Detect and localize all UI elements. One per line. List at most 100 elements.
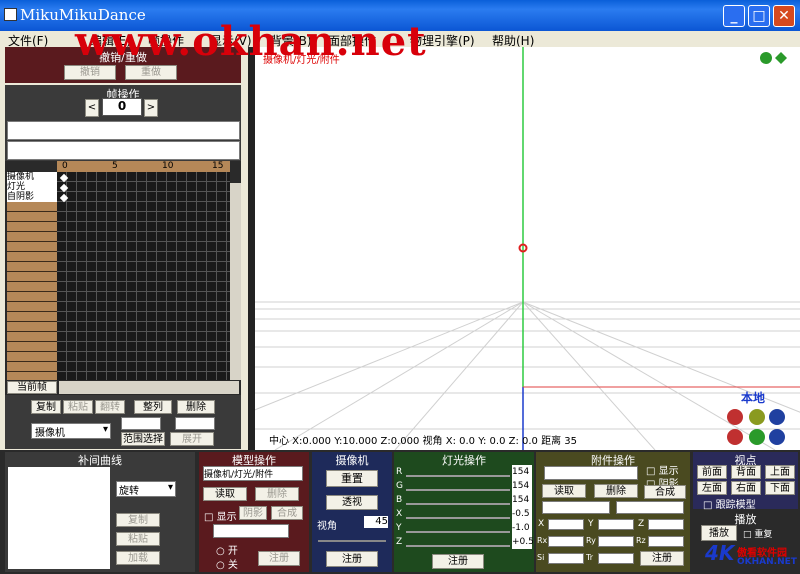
view-right-button[interactable]: 右面 bbox=[731, 481, 761, 495]
model-on-radio[interactable]: ○ 开 bbox=[216, 542, 238, 557]
play-button[interactable]: 播放 bbox=[701, 525, 737, 541]
interp-copy-button[interactable]: 复制 bbox=[116, 513, 160, 527]
accessory-compose-button[interactable]: 合成 bbox=[644, 485, 686, 499]
model-off-radio[interactable]: ○ 关 bbox=[216, 556, 238, 571]
close-button[interactable]: ✕ bbox=[773, 5, 795, 27]
track-shadow[interactable]: 自阴影 bbox=[7, 192, 57, 202]
acc-ry-field[interactable] bbox=[598, 536, 634, 547]
view-front-button[interactable]: 前面 bbox=[697, 465, 727, 479]
timeline-vscroll[interactable] bbox=[230, 183, 241, 380]
move-z-icon[interactable] bbox=[769, 429, 785, 445]
bone-select[interactable] bbox=[213, 524, 289, 538]
follow-model-checkbox[interactable]: □ 跟踪模型 bbox=[703, 496, 756, 511]
light-r-label: R bbox=[396, 467, 403, 477]
fov-field[interactable]: 45 bbox=[364, 516, 388, 528]
light-channel-labels: RGBXYZ bbox=[396, 465, 403, 549]
timeline-grid[interactable] bbox=[57, 172, 230, 380]
view-back-button[interactable]: 背面 bbox=[731, 465, 761, 479]
range-select-button[interactable]: 范围选择 bbox=[121, 432, 165, 446]
keyframe[interactable] bbox=[59, 173, 69, 183]
track-camera[interactable]: 摄像机 bbox=[7, 172, 57, 182]
light-x-field[interactable]: -0.5 bbox=[512, 507, 532, 521]
move-x-icon[interactable] bbox=[727, 429, 743, 445]
accessory-select[interactable] bbox=[544, 466, 638, 480]
camera-reset-button[interactable]: 重置 bbox=[326, 470, 378, 487]
range-start-field[interactable] bbox=[121, 417, 161, 430]
zoom-icon[interactable] bbox=[760, 52, 772, 64]
frame-number-field[interactable]: 0 bbox=[102, 98, 142, 116]
model-delete-button[interactable]: 删除 bbox=[255, 487, 299, 501]
acc-rz-field[interactable] bbox=[648, 536, 684, 547]
model-compose-button[interactable]: 合成 bbox=[271, 506, 303, 520]
light-y-field[interactable]: -1.0 bbox=[512, 521, 532, 535]
light-r-field[interactable]: 154 bbox=[512, 465, 532, 479]
acc-rx-label: Rx bbox=[537, 536, 548, 545]
delete-button[interactable]: 删除 bbox=[177, 400, 215, 414]
accessory-bone-select[interactable] bbox=[542, 501, 610, 514]
expand-button[interactable]: 展开 bbox=[170, 432, 214, 446]
3d-viewport[interactable]: 摄像机/灯光/附件 本地 中心 X:0.000 Y:10.000 Z:0.000… bbox=[255, 47, 800, 450]
frame-text-field-2[interactable] bbox=[7, 141, 240, 160]
light-g-field[interactable]: 154 bbox=[512, 479, 532, 493]
acc-z-field[interactable] bbox=[648, 519, 684, 530]
model-shadow-button[interactable]: 阴影 bbox=[239, 506, 267, 520]
interp-panel-title: 补间曲线 bbox=[78, 454, 122, 467]
paste-button[interactable]: 粘贴 bbox=[63, 400, 93, 414]
model-select[interactable]: 摄像机/灯光/附件 bbox=[203, 466, 303, 481]
timeline-panel: 0 5 10 15 摄像机 灯光 自阴影 当前帧 bbox=[5, 161, 241, 395]
interp-paste-button[interactable]: 粘贴 bbox=[116, 532, 160, 546]
acc-x-field[interactable] bbox=[548, 519, 584, 530]
fov-slider[interactable] bbox=[318, 532, 386, 542]
acc-y-field[interactable] bbox=[598, 519, 634, 530]
current-frame-button[interactable]: 当前帧 bbox=[7, 381, 57, 394]
view-top-button[interactable]: 上面 bbox=[765, 465, 795, 479]
timeline-hscroll[interactable] bbox=[59, 381, 239, 394]
local-mode-label[interactable]: 本地 bbox=[741, 389, 765, 406]
rotate-y-icon[interactable] bbox=[749, 409, 765, 425]
reverse-button[interactable]: 翻转 bbox=[95, 400, 125, 414]
acc-tr-field[interactable] bbox=[598, 553, 634, 564]
frame-text-field-1[interactable] bbox=[7, 121, 240, 140]
maximize-button[interactable]: □ bbox=[748, 5, 770, 27]
acc-rx-field[interactable] bbox=[548, 536, 584, 547]
acc-si-field[interactable] bbox=[548, 553, 584, 564]
move-y-icon[interactable] bbox=[749, 429, 765, 445]
light-sliders[interactable] bbox=[406, 470, 510, 554]
camera-register-button[interactable]: 注册 bbox=[326, 551, 378, 567]
next-frame-button[interactable]: > bbox=[144, 99, 158, 117]
camera-perspective-button[interactable]: 透视 bbox=[326, 495, 378, 510]
repeat-checkbox[interactable]: □ 重复 bbox=[743, 527, 772, 540]
accessory-register-button[interactable]: 注册 bbox=[640, 551, 684, 566]
light-b-field[interactable]: 154 bbox=[512, 493, 532, 507]
tick-10: 10 bbox=[162, 161, 174, 171]
redo-button[interactable]: 重做 bbox=[125, 65, 177, 80]
prev-frame-button[interactable]: < bbox=[85, 99, 99, 117]
light-register-button[interactable]: 注册 bbox=[432, 554, 484, 569]
interp-linear-button[interactable]: 加载 bbox=[116, 551, 160, 565]
model-register-button[interactable]: 注册 bbox=[258, 551, 300, 566]
view-left-button[interactable]: 左面 bbox=[697, 481, 727, 495]
interp-select[interactable]: 旋转 ▾ bbox=[116, 481, 176, 497]
rotate-z-icon[interactable] bbox=[769, 409, 785, 425]
copy-button[interactable]: 复制 bbox=[31, 400, 61, 414]
undo-button[interactable]: 撤销 bbox=[64, 65, 116, 80]
interp-panel: 补间曲线 旋转 ▾ 复制 粘贴 加载 bbox=[5, 452, 195, 572]
view-bottom-button[interactable]: 下面 bbox=[765, 481, 795, 495]
model-show-checkbox[interactable]: □ 显示 bbox=[204, 508, 237, 523]
track-select-dropdown[interactable]: 摄像机 ▾ bbox=[31, 423, 111, 439]
accessory-load-button[interactable]: 读取 bbox=[542, 484, 586, 498]
align-button[interactable]: 整列 bbox=[134, 400, 172, 414]
keyframe[interactable] bbox=[59, 183, 69, 193]
range-end-field[interactable] bbox=[175, 417, 215, 430]
minimize-button[interactable]: _ bbox=[723, 5, 745, 27]
accessory-delete-button[interactable]: 删除 bbox=[594, 484, 638, 498]
model-load-button[interactable]: 读取 bbox=[203, 487, 247, 501]
chevron-down-icon: ▾ bbox=[102, 424, 108, 435]
interp-curve-graph[interactable] bbox=[8, 467, 110, 569]
light-z-field[interactable]: +0.5 bbox=[512, 535, 534, 549]
tick-5: 5 bbox=[112, 161, 118, 171]
track-light[interactable]: 灯光 bbox=[7, 182, 57, 192]
accessory-parent-select[interactable] bbox=[616, 501, 684, 514]
keyframe[interactable] bbox=[59, 193, 69, 203]
rotate-x-icon[interactable] bbox=[727, 409, 743, 425]
